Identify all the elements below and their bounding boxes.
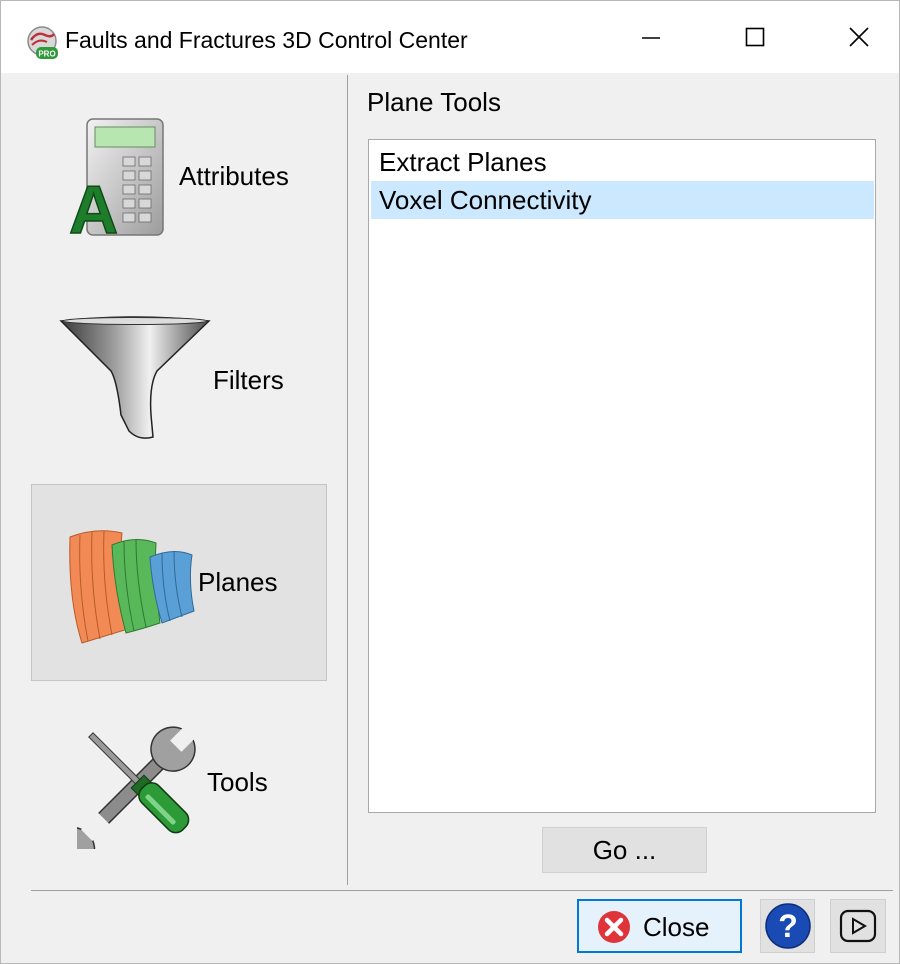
- close-icon: [849, 27, 869, 47]
- calculator-icon: A: [68, 118, 164, 239]
- horizontal-divider: [31, 890, 893, 891]
- svg-text:A: A: [69, 172, 118, 239]
- minimize-icon: [642, 37, 660, 39]
- app-icon-badge: PRO: [38, 50, 55, 59]
- nav-item-label: Tools: [207, 767, 268, 797]
- help-button[interactable]: ?: [760, 899, 815, 953]
- plane-tools-list[interactable]: Extract Planes Voxel Connectivity: [368, 139, 876, 813]
- nav-item-planes[interactable]: Planes: [31, 484, 327, 681]
- planes-icon: [69, 530, 195, 644]
- window-close-button[interactable]: [829, 15, 889, 59]
- panel-title: Plane Tools: [367, 87, 501, 117]
- list-item-extract-planes[interactable]: Extract Planes: [371, 143, 874, 181]
- close-circle-icon: [598, 911, 630, 943]
- help-icon: ?: [765, 903, 811, 949]
- title-bar: PRO Faults and Fractures 3D Control Cent…: [1, 1, 899, 73]
- app-icon: PRO: [27, 26, 58, 59]
- close-button[interactable]: Close: [577, 899, 742, 953]
- maximize-button[interactable]: [725, 15, 785, 59]
- nav-item-label: Planes: [198, 567, 278, 597]
- nav-item-filters[interactable]: Filters: [31, 291, 327, 481]
- funnel-icon: [59, 316, 211, 439]
- close-button-label: Close: [643, 912, 710, 942]
- nav-item-attributes[interactable]: A Attributes: [31, 87, 327, 277]
- nav-item-label: Attributes: [179, 161, 289, 191]
- nav-item-tools[interactable]: Tools: [31, 701, 327, 861]
- nav-item-label: Filters: [213, 365, 284, 395]
- window-title: Faults and Fractures 3D Control Center: [65, 27, 468, 53]
- list-item-voxel-connectivity[interactable]: Voxel Connectivity: [371, 181, 874, 219]
- go-button[interactable]: Go ...: [542, 827, 707, 873]
- svg-text:?: ?: [778, 908, 798, 944]
- wrench-screwdriver-icon: [77, 726, 196, 849]
- video-button[interactable]: [830, 899, 886, 953]
- maximize-icon: [745, 27, 765, 47]
- control-center-window: PRO Faults and Fractures 3D Control Cent…: [0, 0, 900, 964]
- vertical-divider: [347, 75, 348, 885]
- minimize-button[interactable]: [621, 15, 681, 59]
- play-video-icon: [839, 909, 877, 943]
